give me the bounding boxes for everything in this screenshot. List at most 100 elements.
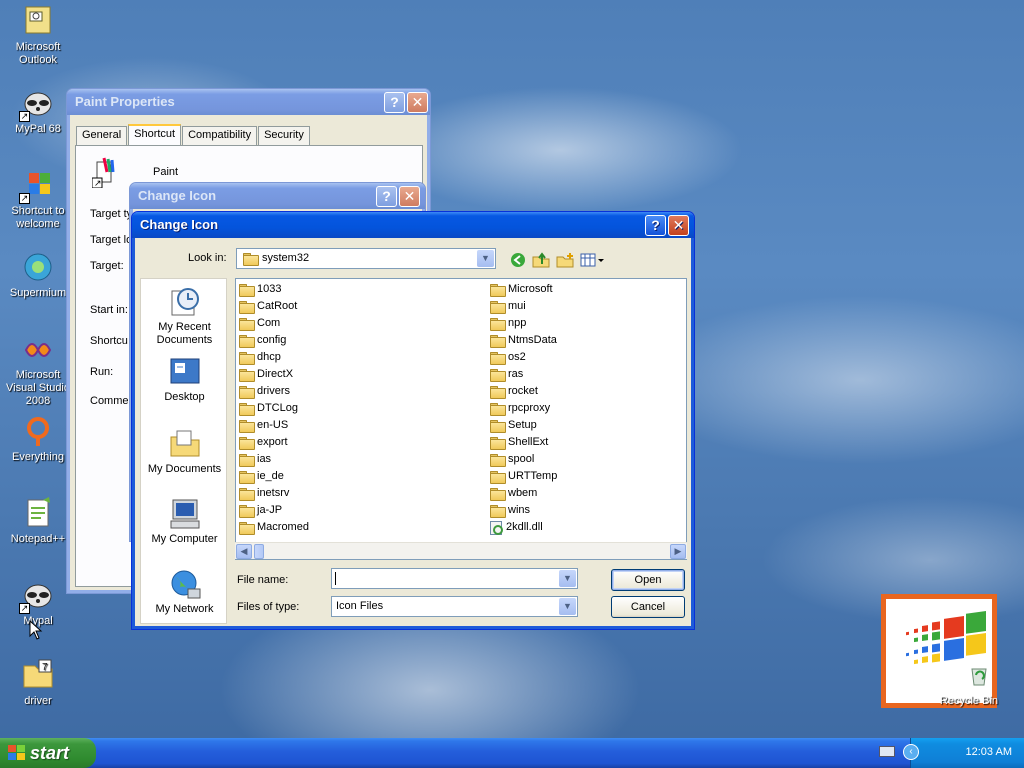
place-my-documents[interactable]: My Documents [141,427,228,476]
folder-item[interactable]: en-US [239,417,309,434]
horizontal-scrollbar[interactable]: ◀ ▶ [235,542,687,559]
help-button[interactable]: ? [384,92,405,113]
files-of-type-dropdown[interactable]: Icon Files ▼ [331,596,578,617]
tab-shortcut[interactable]: Shortcut [128,124,182,145]
folder-item[interactable]: config [239,332,309,349]
folder-icon [490,436,506,450]
title-bar[interactable]: Change Icon ? ✕ [132,212,694,238]
scroll-left-icon[interactable]: ◀ [236,544,252,559]
keyboard-icon[interactable] [879,746,895,757]
shortcut-key-label: Shortcu [90,335,128,347]
folder-item[interactable]: drivers [239,383,309,400]
close-button[interactable]: ✕ [399,186,420,207]
title-bar[interactable]: Paint Properties ? ✕ [67,89,430,115]
folder-item[interactable]: dhcp [239,349,309,366]
folder-icon [490,402,506,416]
view-menu-button[interactable] [580,250,606,270]
look-in-label: Look in: [188,252,227,264]
start-button[interactable]: start [0,738,96,768]
folder-item[interactable]: ias [239,451,309,468]
folder-item[interactable]: inetsrv [239,485,309,502]
file-name-label: File name: [237,574,289,586]
scroll-right-icon[interactable]: ▶ [670,544,686,559]
folder-name: config [257,334,287,346]
folder-icon [490,385,506,399]
back-button[interactable] [508,250,528,270]
folder-name: NtmsData [508,334,557,346]
folder-item[interactable]: Microsoft [490,281,557,298]
folder-icon [239,385,255,399]
desktop-icon-label: Microsoft Outlook [15,41,61,66]
folder-item[interactable]: export [239,434,309,451]
place-my-recent-documents[interactable]: My Recent Documents [141,285,228,347]
expand-tray-icon[interactable]: ‹ [903,744,919,760]
folder-item[interactable]: ras [490,366,557,383]
run-label: Run: [90,366,114,378]
file-name-field[interactable]: ▼ [331,568,578,589]
folder-item[interactable]: os2 [490,349,557,366]
folder-item[interactable]: URTTemp [490,468,557,485]
file-item[interactable]: 2kdll.dll [490,519,557,536]
desktop-icon-supermium[interactable]: Supermium [0,250,76,300]
file-name: 2kdll.dll [506,521,543,533]
folder-item[interactable]: rocket [490,383,557,400]
folder-item[interactable]: wins [490,502,557,519]
folder-item[interactable]: rpcproxy [490,400,557,417]
folder-item[interactable]: ja-JP [239,502,309,519]
tab-security[interactable]: Security [258,126,310,145]
place-desktop[interactable]: Desktop [141,355,228,404]
folder-item[interactable]: DirectX [239,366,309,383]
desktop-icon-outlook[interactable]: Microsoft Outlook [0,4,76,67]
folder-icon [490,300,506,314]
new-folder-icon [556,253,574,268]
help-button[interactable]: ? [376,186,397,207]
place-label: My Computer [151,533,218,545]
title-bar[interactable]: Change Icon ? ✕ [130,183,425,209]
look-in-dropdown[interactable]: system32 ▼ [236,248,496,269]
file-list[interactable]: 1033 CatRoot Com config dhcp DirectX drivers DT… [235,278,687,560]
folder-item[interactable]: ShellExt [490,434,557,451]
folder-item[interactable]: Macromed [239,519,309,536]
folder-name: ras [508,368,524,380]
raccoon-icon: ↗ [19,578,55,614]
folder-item[interactable]: CatRoot [239,298,309,315]
tab-general[interactable]: General [76,126,128,145]
close-button[interactable]: ✕ [407,92,428,113]
folder-item[interactable]: wbem [490,485,557,502]
chevron-down-icon[interactable]: ▼ [559,570,576,587]
place-my-computer[interactable]: My Computer [141,497,228,546]
folder-icon [490,317,506,331]
cancel-button[interactable]: Cancel [611,596,685,618]
desktop-icon-everything[interactable]: Everything [0,414,76,464]
chevron-down-icon[interactable]: ▼ [477,250,494,267]
folder-item[interactable]: spool [490,451,557,468]
folder-item[interactable]: ie_de [239,468,309,485]
desktop-icon-mypal-68[interactable]: ↗ MyPal 68 [0,86,76,136]
up-folder-button[interactable] [531,250,551,270]
folder-item[interactable]: 1033 [239,281,309,298]
clock[interactable]: 12:03 AM [966,746,1012,758]
place-my-network[interactable]: My Network [141,567,228,616]
folder-item[interactable]: Setup [490,417,557,434]
folder-item[interactable]: DTCLog [239,400,309,417]
folder-item[interactable]: NtmsData [490,332,557,349]
tab-compatibility[interactable]: Compatibility [182,126,258,145]
close-button[interactable]: ✕ [668,215,689,236]
chevron-down-icon[interactable]: ▼ [559,598,576,615]
folder-name: npp [508,317,527,329]
desktop-icon-notepadpp[interactable]: Notepad++ [0,496,76,546]
folder-item[interactable]: mui [490,298,557,315]
desktop-icon-driver[interactable]: 7 driver [0,658,76,708]
desktop-icon-welcome[interactable]: ↗ Shortcut to welcome [0,168,76,231]
help-button[interactable]: ? [645,215,666,236]
new-folder-button[interactable] [555,250,575,270]
folder-item[interactable]: Com [239,315,309,332]
scroll-thumb[interactable] [254,544,264,559]
my-documents-icon [168,427,202,461]
paint-app-icon: ↗ [91,156,122,189]
open-button[interactable]: Open [611,569,685,591]
desktop-icon-visual-studio[interactable]: Microsoft Visual Studio 2008 [0,332,76,408]
folder-item[interactable]: npp [490,315,557,332]
recycle-bin[interactable]: Recycle Bin [881,594,998,708]
folder-icon [239,402,255,416]
